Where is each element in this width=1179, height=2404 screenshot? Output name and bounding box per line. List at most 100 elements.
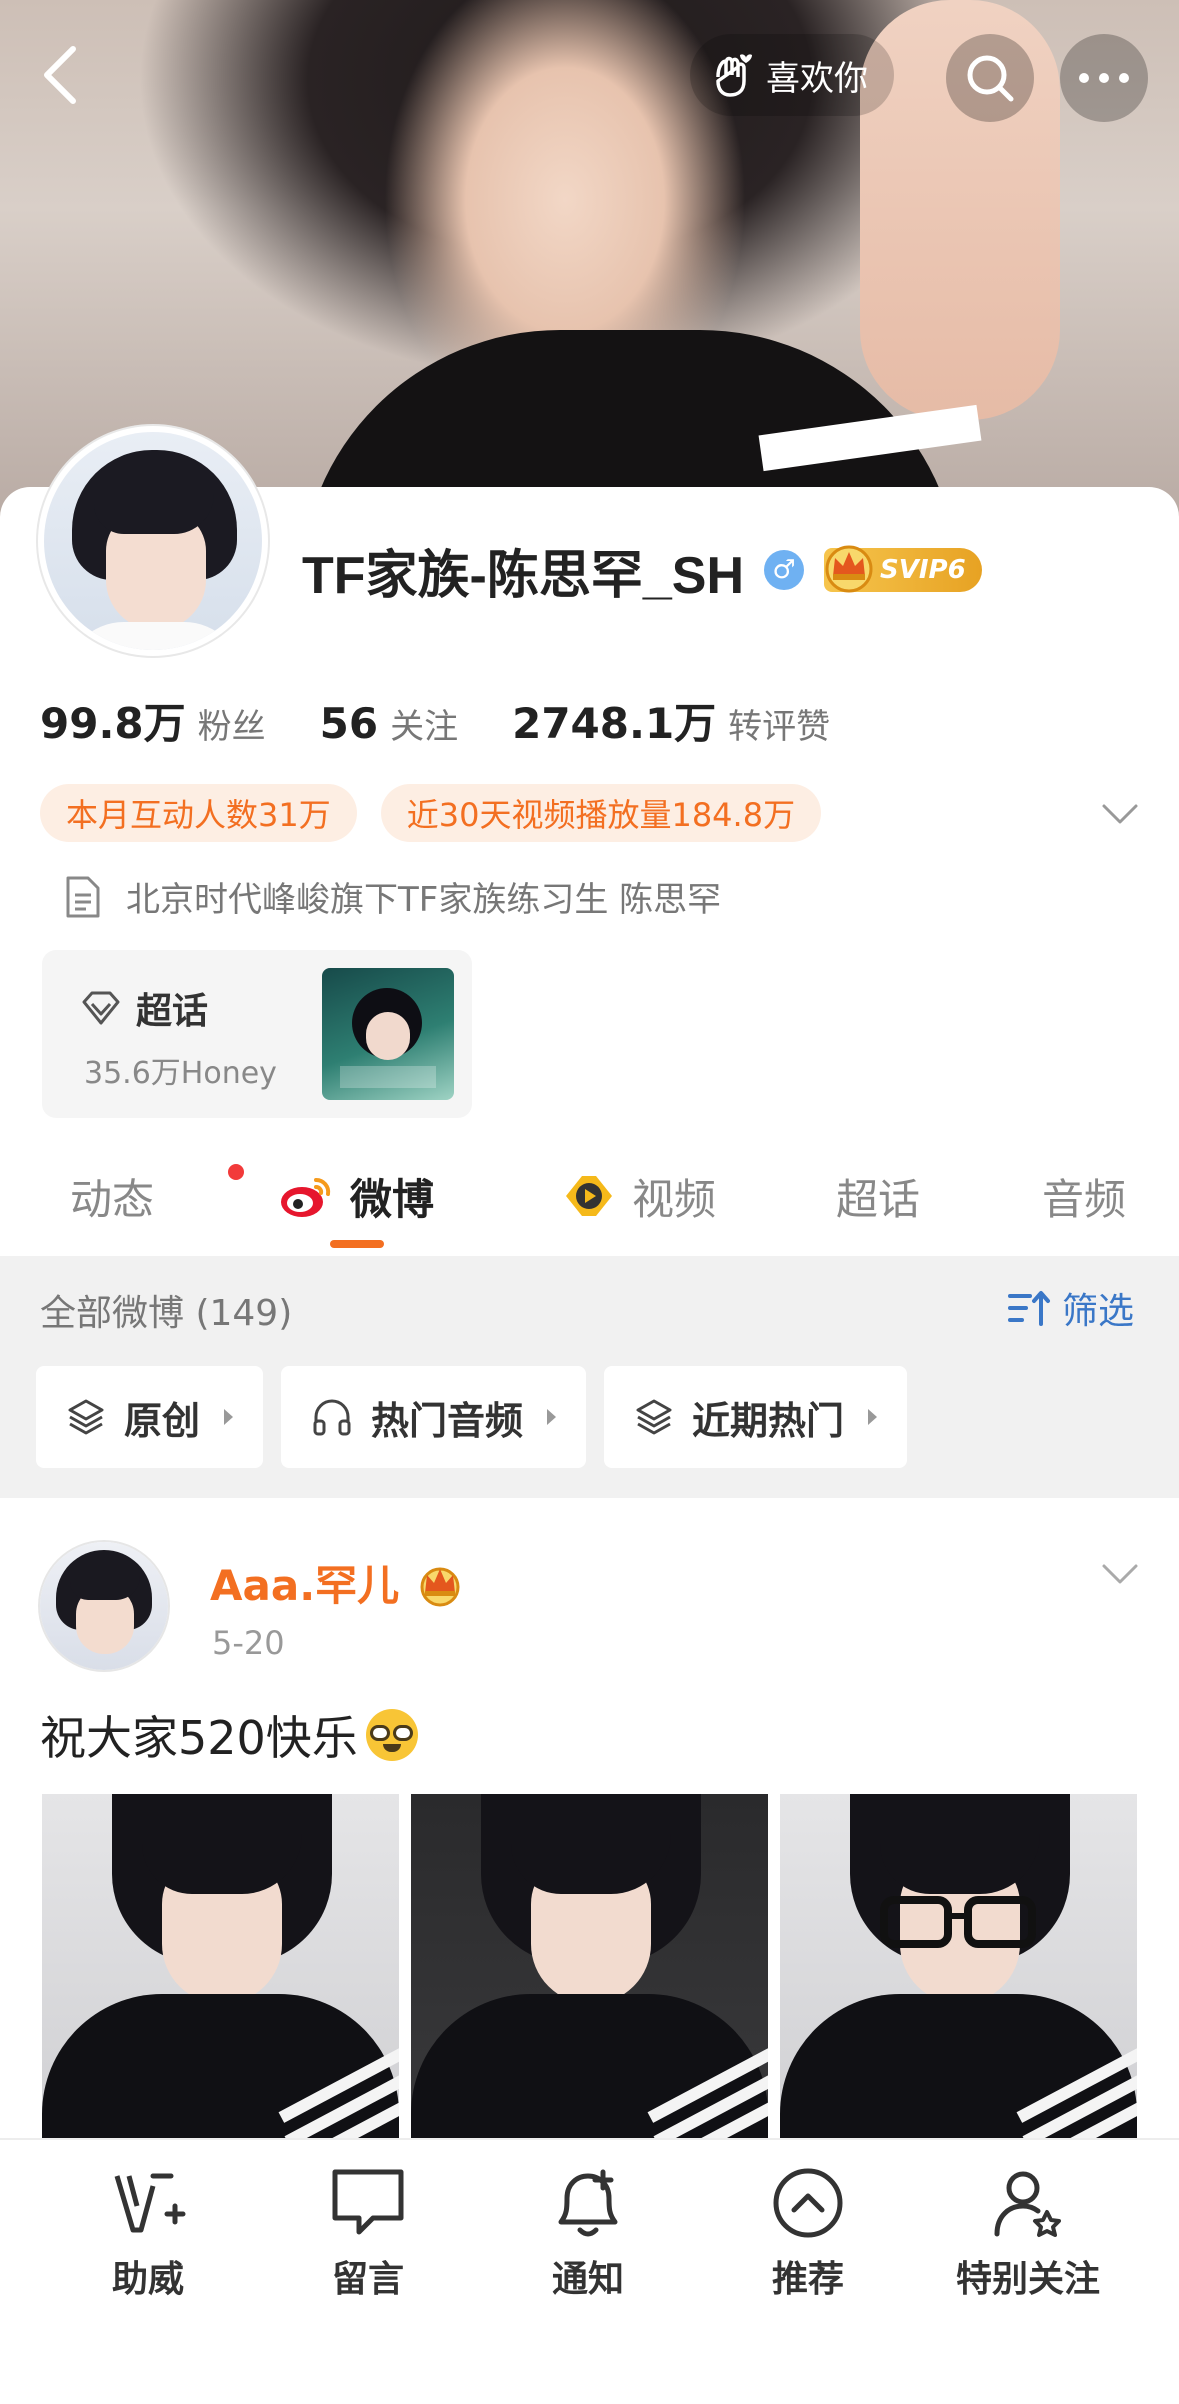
caret-right-icon: [868, 1409, 878, 1425]
recommend-button[interactable]: 推荐: [708, 2162, 908, 2302]
headphones-icon: [313, 1399, 351, 1436]
notify-button[interactable]: 通知: [488, 2162, 688, 2302]
post-photo[interactable]: [780, 1794, 1137, 2154]
expand-chevron-down-icon[interactable]: [1098, 792, 1142, 836]
post-date: 5-20: [212, 1624, 285, 1662]
tab-audio[interactable]: 音频: [1042, 1164, 1126, 1228]
profile-bio: 北京时代峰峻旗下TF家族练习生 陈思罕: [62, 872, 721, 921]
caret-right-icon: [547, 1409, 557, 1425]
message-icon: [332, 2169, 404, 2235]
svip-label: SVIP6: [880, 555, 966, 585]
stat-value: 2748.1万: [512, 699, 717, 748]
tab-weibo[interactable]: 微博: [278, 1164, 434, 1228]
post-photo[interactable]: [411, 1794, 768, 2154]
post-text-content: 祝大家520快乐: [40, 1711, 358, 1765]
cheer-icon: [114, 2173, 186, 2233]
recommend-icon: [773, 2168, 843, 2238]
tab-supertopic[interactable]: 超话: [836, 1164, 920, 1228]
crown-icon: [420, 1567, 460, 1606]
search-icon: [967, 55, 1014, 102]
stat-following[interactable]: 56 关注: [320, 699, 458, 748]
active-tab-indicator: [330, 1240, 384, 1248]
tab-label: 音频: [1042, 1174, 1127, 1224]
caret-right-icon: [224, 1409, 234, 1425]
tab-label: 视频: [632, 1174, 717, 1224]
name-row: TF家族-陈思罕_SH ♂ SVIP6: [302, 540, 982, 605]
tab-label: 超话: [836, 1174, 921, 1224]
avatar-image: [44, 432, 262, 650]
back-button[interactable]: [26, 40, 96, 110]
crown-icon: [825, 545, 873, 593]
post-author-name: Aaa.罕儿: [210, 1561, 400, 1610]
profile-tabs: 动态 微博 视频 超话 音频: [0, 1150, 1179, 1256]
filter-label: 筛选: [1062, 1291, 1135, 1332]
filter-sort-icon: [1008, 1291, 1050, 1326]
feed-post: Aaa.罕儿 5-20 祝大家520快乐: [0, 1498, 1179, 2154]
supertopic-title-label: 超话: [136, 991, 209, 1032]
layers-icon: [68, 1399, 104, 1435]
like-you-button[interactable]: 喜欢你: [690, 34, 894, 116]
nav-label: 留言: [331, 2259, 404, 2300]
unread-dot: [228, 1164, 244, 1180]
post-photo-grid: [42, 1794, 1137, 2154]
male-gender-icon: ♂: [764, 550, 805, 590]
video-play-icon: [566, 1176, 612, 1216]
weibo-logo-icon: [281, 1177, 331, 1217]
profile-stats: 99.8万 粉丝 56 关注 2748.1万 转评赞: [40, 690, 830, 751]
stat-value: 56: [319, 699, 379, 748]
tab-label: 微博: [350, 1174, 435, 1224]
tab-video[interactable]: 视频: [560, 1164, 716, 1228]
stat-engagement[interactable]: 2748.1万 转评赞: [512, 690, 830, 751]
top-bar: 喜欢你: [0, 30, 1179, 122]
nav-label: 助威: [111, 2259, 184, 2300]
supertopic-card[interactable]: 超话 35.6万Honey: [42, 950, 472, 1118]
chip-original[interactable]: 原创: [36, 1366, 264, 1468]
stat-value: 99.8万: [40, 699, 186, 748]
post-author[interactable]: Aaa.罕儿: [210, 1552, 469, 1613]
stat-label: 粉丝: [197, 707, 266, 747]
post-author-avatar[interactable]: [40, 1542, 168, 1670]
nav-label: 推荐: [771, 2259, 844, 2300]
nav-label: 通知: [551, 2259, 624, 2300]
supertopic-thumbnail: [322, 968, 454, 1100]
chip-hot-audio[interactable]: 热门音频: [281, 1366, 587, 1468]
hand-heart-icon: [716, 54, 752, 97]
tab-activity[interactable]: 动态: [70, 1164, 244, 1228]
more-button[interactable]: [1060, 34, 1148, 122]
svip-badge[interactable]: SVIP6: [824, 545, 982, 593]
bottom-action-bar: 助威 留言 通知 推荐 特别关注: [0, 2138, 1179, 2404]
stat-label: 转评赞: [728, 707, 831, 747]
cheer-button[interactable]: 助威: [48, 2162, 248, 2302]
tag-monthly-interactions[interactable]: 本月互动人数31万: [40, 784, 357, 842]
layers-icon: [636, 1399, 672, 1435]
filter-chips: 原创 热门音频 近期热门: [36, 1366, 908, 1468]
back-arrow-icon: [44, 46, 76, 104]
feed-filter-area: 全部微博 (149) 筛选 原创 热门音频 近期热门: [0, 1256, 1179, 1498]
special-follow-button[interactable]: 特别关注: [928, 2162, 1128, 2302]
bio-text: 北京时代峰峻旗下TF家族练习生 陈思罕: [126, 880, 722, 920]
all-posts-count: 全部微博 (149): [40, 1293, 293, 1334]
chip-recent-hot[interactable]: 近期热门: [604, 1366, 908, 1468]
search-button[interactable]: [946, 34, 1034, 122]
post-photo[interactable]: [42, 1794, 399, 2154]
nerd-face-emoji-icon: [365, 1709, 418, 1761]
tag-video-views[interactable]: 近30天视频播放量184.8万: [380, 784, 822, 842]
filter-button[interactable]: 筛选: [1008, 1282, 1134, 1334]
document-icon: [66, 876, 100, 917]
message-button[interactable]: 留言: [268, 2162, 468, 2302]
bell-plus-icon: [558, 2169, 618, 2237]
special-follow-icon: [994, 2171, 1061, 2237]
profile-avatar[interactable]: [38, 426, 268, 656]
supertopic-subtitle: 35.6万Honey: [84, 1056, 277, 1091]
post-text: 祝大家520快乐: [40, 1702, 418, 1768]
more-dots-icon: [1079, 73, 1129, 83]
glasses-shape: [880, 1896, 1036, 1948]
post-options-chevron-icon[interactable]: [1098, 1552, 1142, 1596]
stat-followers[interactable]: 99.8万 粉丝: [40, 690, 266, 751]
chip-label: 近期热门: [692, 1398, 845, 1443]
profile-name: TF家族-陈思罕_SH: [302, 546, 745, 605]
nav-label: 特别关注: [955, 2259, 1100, 2300]
stat-label: 关注: [390, 707, 459, 747]
tab-label: 动态: [70, 1174, 155, 1224]
chip-label: 热门音频: [371, 1398, 524, 1443]
